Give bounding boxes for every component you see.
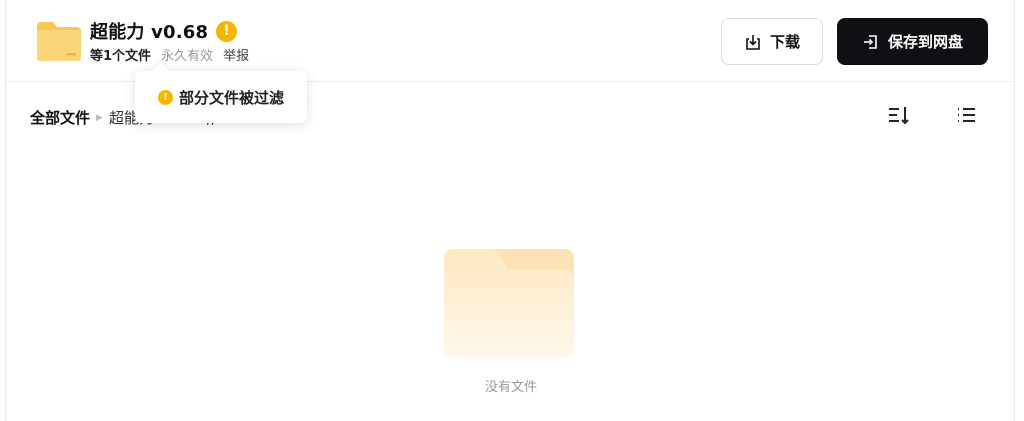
sort-icon[interactable] <box>886 103 910 127</box>
folder-icon <box>37 22 81 61</box>
exclamation-icon[interactable]: ! <box>216 20 238 42</box>
breadcrumb-separator-icon: ▶ <box>96 112 103 123</box>
list-view-icon[interactable] <box>954 103 978 127</box>
share-title: 超能力 v0.68 <box>90 22 209 43</box>
share-page: 超能力 v0.68 ! 等1个文件 永久有效 举报 下载 保存到网盘 全部文件 … <box>5 0 1015 421</box>
download-icon <box>746 34 760 50</box>
title-row: 超能力 v0.68 ! <box>90 18 238 44</box>
save-to-drive-button[interactable]: 保存到网盘 <box>837 18 988 65</box>
download-label: 下载 <box>769 33 800 51</box>
save-label: 保存到网盘 <box>887 33 963 51</box>
tooltip-text: 部分文件被过滤 <box>178 88 284 107</box>
validity-text: 永久有效 <box>161 49 214 64</box>
save-to-drive-icon <box>863 34 877 49</box>
download-button[interactable]: 下载 <box>721 18 823 65</box>
meta-row: 等1个文件 永久有效 举报 <box>90 45 249 64</box>
empty-state-text: 没有文件 <box>484 380 537 395</box>
report-link[interactable]: 举报 <box>223 45 249 64</box>
breadcrumb-root[interactable]: 全部文件 <box>30 107 90 128</box>
file-count: 等1个文件 <box>90 49 152 64</box>
filtered-files-tooltip: ! 部分文件被过滤 <box>135 71 307 123</box>
warning-icon: ! <box>157 89 173 105</box>
empty-folder-icon <box>444 249 574 357</box>
